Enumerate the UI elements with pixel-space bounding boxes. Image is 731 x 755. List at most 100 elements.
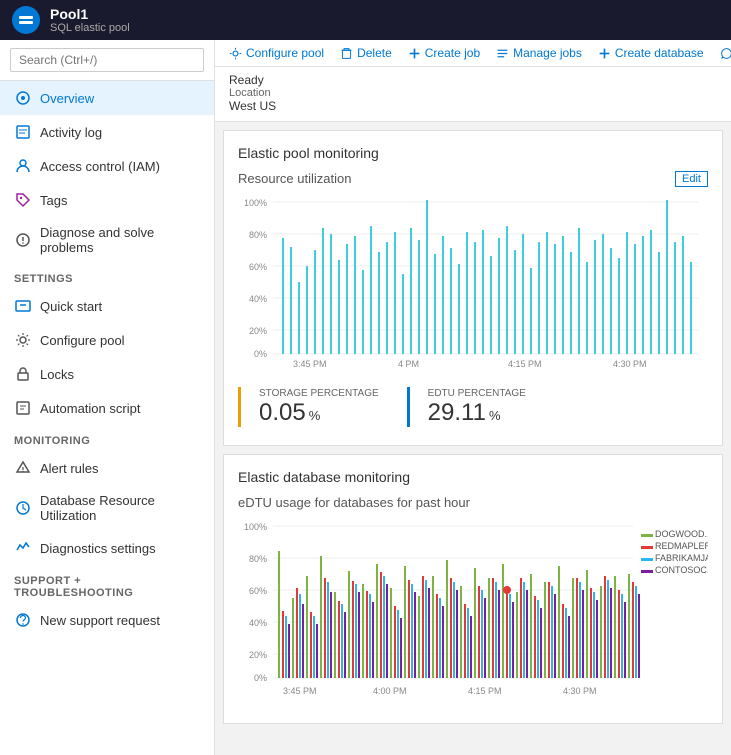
- svg-text:4:15 PM: 4:15 PM: [508, 359, 542, 369]
- edtu-chart-title: eDTU usage for databases for past hour: [238, 495, 708, 510]
- sidebar-label-locks: Locks: [40, 367, 74, 382]
- svg-text:40%: 40%: [249, 618, 267, 628]
- resource-chart-title: Resource utilization: [238, 171, 708, 186]
- sidebar: Overview Activity log Access control (IA…: [0, 40, 215, 755]
- support-icon: [14, 611, 32, 629]
- quickstart-icon: [14, 297, 32, 315]
- sidebar-item-iam[interactable]: Access control (IAM): [0, 149, 214, 183]
- svg-text:4:15 PM: 4:15 PM: [468, 686, 502, 696]
- storage-metric: STORAGE PERCENTAGE 0.05 %: [238, 383, 391, 431]
- storage-unit: %: [309, 408, 321, 423]
- search-input[interactable]: [10, 48, 204, 72]
- header-title-block: Pool1 SQL elastic pool: [50, 6, 130, 35]
- sidebar-label-alert-rules: Alert rules: [40, 461, 99, 476]
- sidebar-item-diagnose[interactable]: Diagnose and solve problems: [0, 217, 214, 263]
- sidebar-item-locks[interactable]: Locks: [0, 357, 214, 391]
- location-value: West US: [229, 99, 717, 113]
- elastic-section-title: Elastic database monitoring: [238, 469, 708, 485]
- pool-icon: [12, 6, 40, 34]
- svg-text:40%: 40%: [249, 294, 267, 304]
- svg-text:4 PM: 4 PM: [398, 359, 419, 369]
- feed-button[interactable]: Feed: [720, 46, 731, 60]
- overview-icon: [14, 89, 32, 107]
- activity-icon: [14, 123, 32, 141]
- search-box[interactable]: [0, 40, 214, 81]
- svg-text:CONTOSOC...: CONTOSOC...: [655, 565, 708, 575]
- svg-text:REDMAPLER...: REDMAPLER...: [655, 541, 708, 551]
- svg-text:20%: 20%: [249, 326, 267, 336]
- app-header: Pool1 SQL elastic pool: [0, 0, 731, 40]
- right-panel: Configure pool Delete Create job Manage …: [215, 40, 731, 755]
- edtu-value: 29.11: [428, 399, 486, 427]
- metrics-row: STORAGE PERCENTAGE 0.05 % EDTU PERCENTAG…: [238, 383, 708, 431]
- sidebar-item-automation[interactable]: Automation script: [0, 391, 214, 425]
- svg-text:100%: 100%: [244, 198, 267, 208]
- edit-button[interactable]: Edit: [675, 171, 708, 187]
- sidebar-label-db-resource: Database Resource Utilization: [40, 493, 200, 523]
- resource-utilization-section: Elastic pool monitoring Resource utiliza…: [223, 130, 723, 446]
- resource-utilization-chart: 100% 80% 60% 40% 20% 0%: [238, 192, 708, 372]
- svg-text:3:45 PM: 3:45 PM: [293, 359, 327, 369]
- sidebar-item-alert-rules[interactable]: Alert rules: [0, 451, 214, 485]
- configure-pool-button[interactable]: Configure pool: [229, 46, 324, 60]
- storage-label: STORAGE PERCENTAGE: [259, 388, 379, 399]
- sidebar-label-configure-pool: Configure pool: [40, 333, 125, 348]
- svg-text:0%: 0%: [254, 349, 267, 359]
- svg-text:4:00 PM: 4:00 PM: [373, 686, 407, 696]
- svg-text:DOGWOOD...: DOGWOOD...: [655, 529, 708, 539]
- sidebar-label-diagnose: Diagnose and solve problems: [40, 225, 200, 255]
- sidebar-item-activity-log[interactable]: Activity log: [0, 115, 214, 149]
- resource-name: Pool1: [50, 6, 130, 23]
- edtu-chart-wrapper: 100% 80% 60% 40% 20% 0%: [238, 516, 708, 709]
- create-database-button[interactable]: Create database: [598, 46, 704, 60]
- automation-icon: [14, 399, 32, 417]
- edtu-unit: %: [489, 408, 501, 423]
- content-area: Elastic pool monitoring Resource utiliza…: [215, 122, 731, 755]
- sidebar-item-configure-pool[interactable]: Configure pool: [0, 323, 214, 357]
- storage-color-bar: [238, 387, 241, 427]
- svg-text:60%: 60%: [249, 262, 267, 272]
- sidebar-item-tags[interactable]: Tags: [0, 183, 214, 217]
- sidebar-label-overview: Overview: [40, 91, 94, 106]
- diagnostics-icon: [14, 539, 32, 557]
- sidebar-label-automation: Automation script: [40, 401, 140, 416]
- sidebar-label-iam: Access control (IAM): [40, 159, 160, 174]
- sidebar-label-quickstart: Quick start: [40, 299, 102, 314]
- resource-chart-wrapper: Resource utilization Edit 100% 80% 60% 4…: [238, 171, 708, 431]
- edtu-metric-content: EDTU PERCENTAGE 29.11 %: [428, 388, 526, 427]
- location-label: Location: [229, 87, 717, 99]
- diagnose-icon: [14, 231, 32, 249]
- sidebar-item-diagnostics[interactable]: Diagnostics settings: [0, 531, 214, 565]
- svg-text:20%: 20%: [249, 650, 267, 660]
- sidebar-item-overview[interactable]: Overview: [0, 81, 214, 115]
- manage-jobs-button[interactable]: Manage jobs: [496, 46, 582, 60]
- storage-value: 0.05: [259, 399, 306, 427]
- dbresource-icon: [14, 499, 32, 517]
- settings-section-header: SETTINGS: [0, 263, 214, 289]
- sidebar-item-quickstart[interactable]: Quick start: [0, 289, 214, 323]
- svg-text:4:30 PM: 4:30 PM: [563, 686, 597, 696]
- edtu-chart: 100% 80% 60% 40% 20% 0%: [238, 516, 708, 706]
- svg-text:80%: 80%: [249, 230, 267, 240]
- locks-icon: [14, 365, 32, 383]
- delete-button[interactable]: Delete: [340, 46, 392, 60]
- sidebar-label-activity-log: Activity log: [40, 125, 102, 140]
- sidebar-label-support: New support request: [40, 613, 160, 628]
- monitoring-section-header: MONITORING: [0, 425, 214, 451]
- configure-icon: [14, 331, 32, 349]
- sidebar-label-diagnostics: Diagnostics settings: [40, 541, 156, 556]
- support-section-header: SUPPORT + TROUBLESHOOTING: [0, 565, 214, 603]
- main-layout: Overview Activity log Access control (IA…: [0, 40, 731, 755]
- edtu-metric: EDTU PERCENTAGE 29.11 %: [407, 383, 538, 431]
- svg-text:60%: 60%: [249, 586, 267, 596]
- svg-text:3:45 PM: 3:45 PM: [283, 686, 317, 696]
- alert-icon: [14, 459, 32, 477]
- sidebar-item-support[interactable]: New support request: [0, 603, 214, 637]
- edtu-label: EDTU PERCENTAGE: [428, 388, 526, 399]
- svg-text:0%: 0%: [254, 673, 267, 683]
- create-job-button[interactable]: Create job: [408, 46, 480, 60]
- toolbar: Configure pool Delete Create job Manage …: [215, 40, 731, 67]
- resource-section-title: Elastic pool monitoring: [238, 145, 708, 161]
- sidebar-item-db-resource[interactable]: Database Resource Utilization: [0, 485, 214, 531]
- status-bar: Ready Location West US: [215, 67, 731, 122]
